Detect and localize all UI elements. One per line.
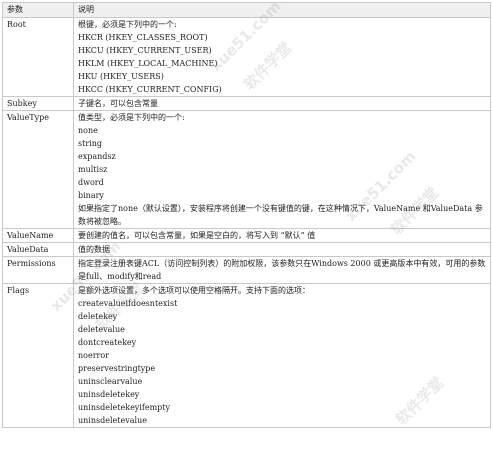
header-desc: 说明 [73, 2, 491, 18]
param-name: Root [2, 17, 74, 97]
table-row-subkey: Subkey 子键名，可以包含常量 [2, 96, 491, 111]
desc-line: preservestringtype [78, 364, 156, 373]
param-desc: 根键，必须是下列中的一个: HKCR (HKEY_CLASSES_ROOT) H… [73, 17, 491, 97]
desc-line: createvalueifdoesntexist [78, 299, 178, 308]
param-name: Flags [2, 283, 74, 428]
desc-line: deletevalue [78, 325, 125, 334]
param-name: Permissions [2, 256, 74, 284]
desc-line: HKU (HKEY_USERS) [78, 72, 164, 81]
desc-line: none [78, 126, 98, 135]
desc-line: dontcreatekey [78, 338, 137, 347]
param-desc: 是额外选项设置，多个选项可以使用空格隔开。支持下面的选项： createvalu… [73, 283, 491, 428]
desc-line: binary [78, 191, 104, 200]
desc-line: HKCC (HKEY_CURRENT_CONFIG) [78, 85, 222, 94]
param-name: Subkey [2, 96, 74, 111]
desc-line: 根键，必须是下列中的一个: [78, 20, 177, 29]
table-row-valuetype: ValueType 值类型，必须是下列中的一个: none string exp… [2, 110, 491, 229]
desc-line: HKLM (HKEY_LOCAL_MACHINE) [78, 59, 218, 68]
desc-line: uninsclearvalue [78, 377, 143, 386]
desc-line: 要创建的值名，可以包含常量，如果是空白的，将写入到 “默认” 值 [78, 231, 316, 240]
desc-line: string [78, 139, 102, 148]
desc-line: 值的数据 [78, 245, 110, 254]
desc-line: deletekey [78, 312, 118, 321]
parameter-table: 参数 说明 Root 根键，必须是下列中的一个: HKCR (HKEY_CLAS… [2, 2, 491, 428]
desc-line: uninsdeletevalue [78, 416, 147, 425]
desc-line: 值类型，必须是下列中的一个: [78, 113, 185, 122]
desc-line: noerror [78, 351, 109, 360]
desc-line: dword [78, 178, 104, 187]
param-desc: 值的数据 [73, 242, 491, 257]
param-desc: 指定登录注册表键ACL（访问控制列表）的附加权限，该参数只在Windows 20… [73, 256, 491, 284]
table-row-permissions: Permissions 指定登录注册表键ACL（访问控制列表）的附加权限，该参数… [2, 256, 491, 284]
table-row-valuedata: ValueData 值的数据 [2, 242, 491, 257]
desc-line: HKCU (HKEY_CURRENT_USER) [78, 46, 212, 55]
desc-line: 子键名，可以包含常量 [78, 99, 158, 108]
desc-line: HKCR (HKEY_CLASSES_ROOT) [78, 33, 208, 42]
param-name: ValueType [2, 110, 74, 229]
param-name: ValueData [2, 242, 74, 257]
table-row-flags: Flags 是额外选项设置，多个选项可以使用空格隔开。支持下面的选项： crea… [2, 283, 491, 428]
param-desc: 子键名，可以包含常量 [73, 96, 491, 111]
desc-line: uninsdeletekeyifempty [78, 403, 171, 412]
param-name: ValueName [2, 228, 74, 243]
desc-line: expandsz [78, 152, 116, 161]
param-desc: 值类型，必须是下列中的一个: none string expandsz mult… [73, 110, 491, 229]
header-param: 参数 [2, 2, 74, 18]
desc-line: 是额外选项设置，多个选项可以使用空格隔开。支持下面的选项： [78, 286, 310, 295]
desc-note: 如果指定了none（默认设置），安装程序将创建一个没有键值的键，在这种情况下，V… [78, 204, 483, 226]
param-desc: 要创建的值名，可以包含常量，如果是空白的，将写入到 “默认” 值 [73, 228, 491, 243]
table-header-row: 参数 说明 [2, 2, 491, 18]
table-row-valuename: ValueName 要创建的值名，可以包含常量，如果是空白的，将写入到 “默认”… [2, 228, 491, 243]
desc-line: uninsdeletekey [78, 390, 140, 399]
desc-note: 指定登录注册表键ACL（访问控制列表）的附加权限，该参数只在Windows 20… [78, 259, 486, 281]
table-row-root: Root 根键，必须是下列中的一个: HKCR (HKEY_CLASSES_RO… [2, 17, 491, 97]
desc-line: multisz [78, 165, 108, 174]
